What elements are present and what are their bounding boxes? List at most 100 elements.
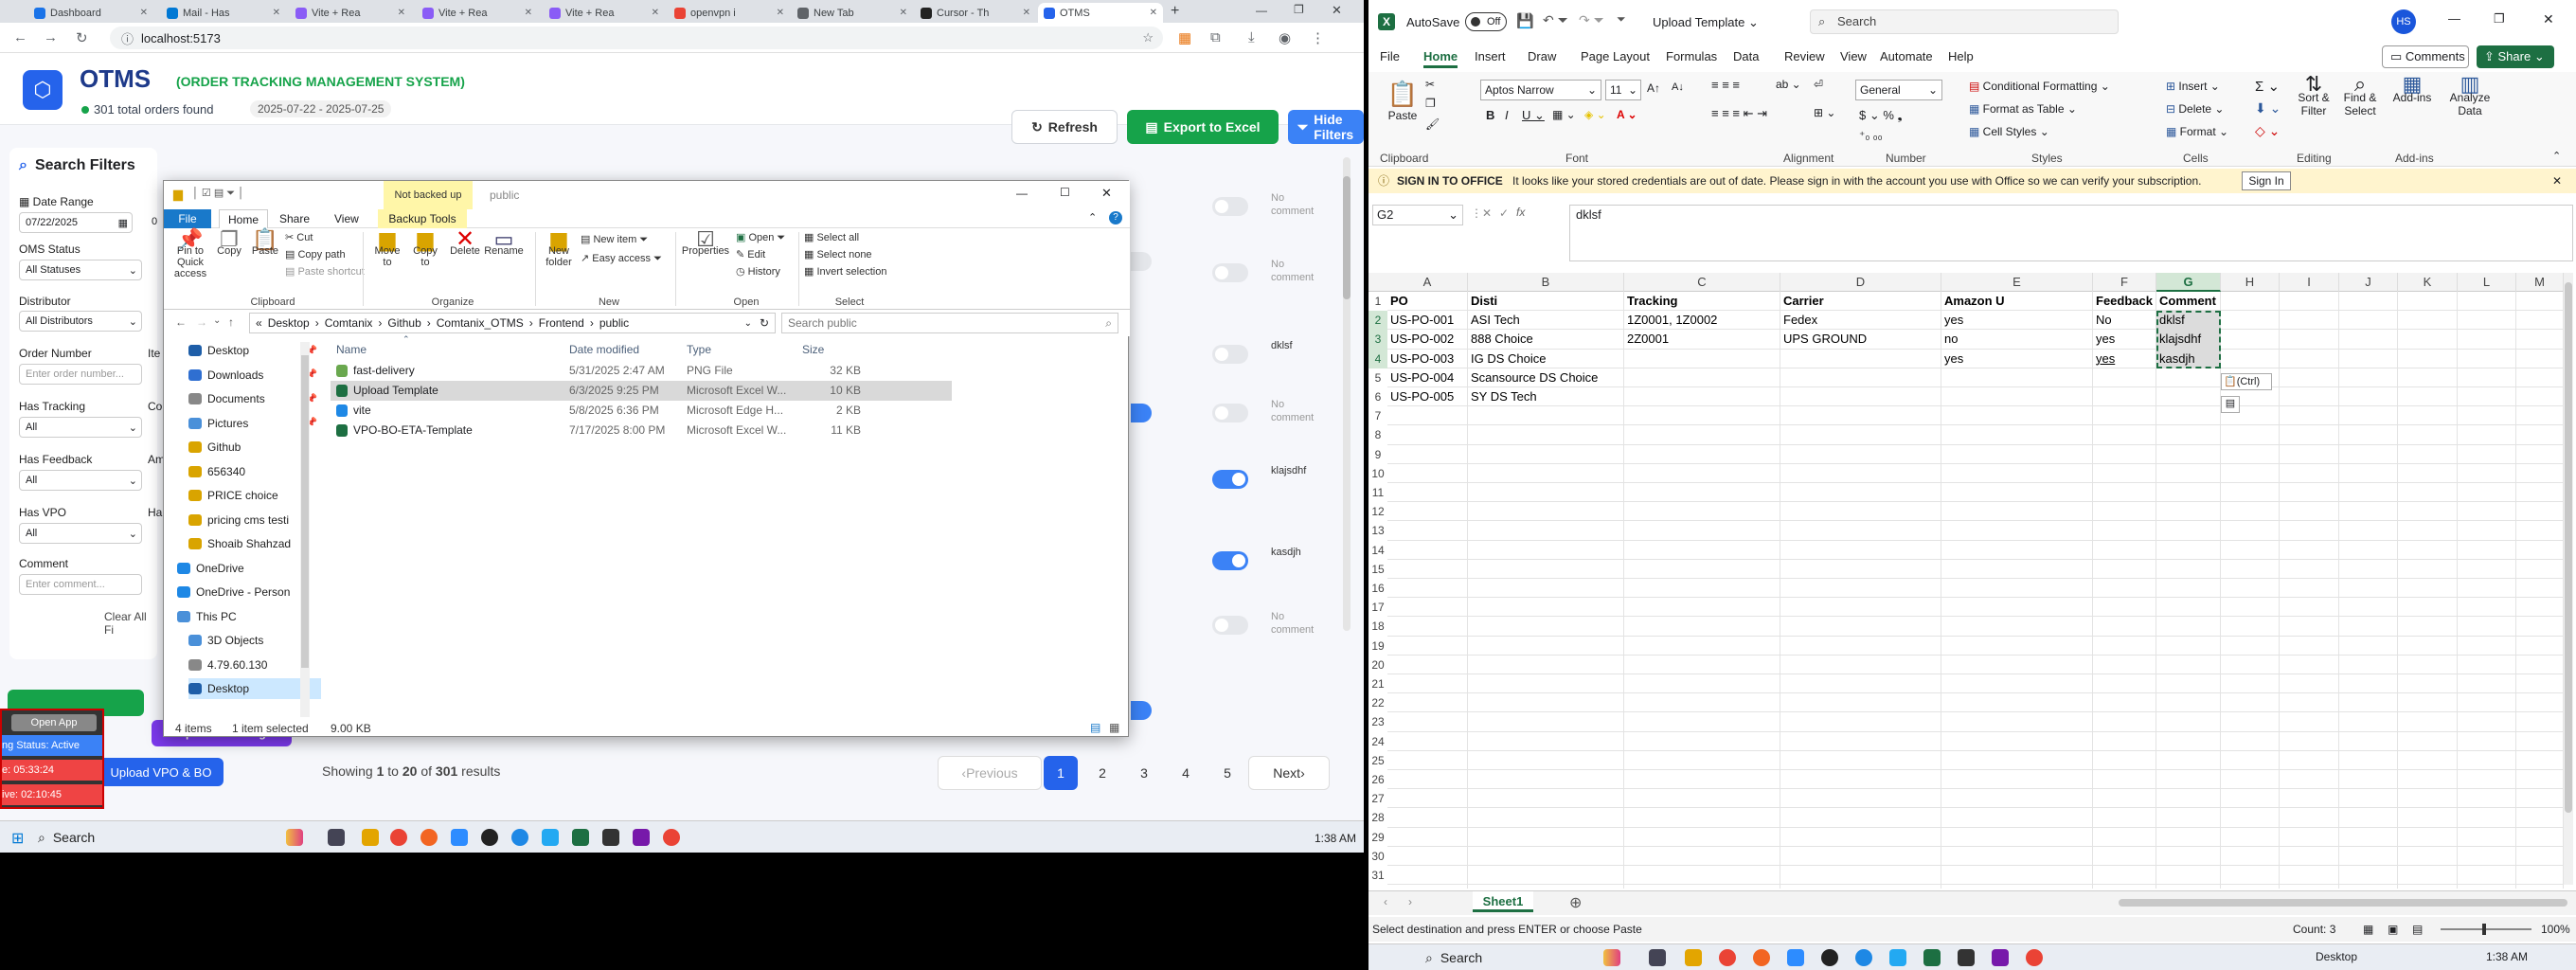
feedback-toggle[interactable] bbox=[1212, 616, 1248, 635]
sheet-tab[interactable]: Sheet1 bbox=[1473, 891, 1533, 912]
previous-page-button[interactable]: ‹ Previous bbox=[938, 756, 1042, 790]
enter-icon[interactable]: ✓ bbox=[1499, 207, 1509, 220]
ribbon-tab-data[interactable]: Data bbox=[1733, 49, 1759, 63]
fill-color-icon[interactable]: ◈ ⌄ bbox=[1584, 108, 1606, 121]
row-header[interactable]: 27 bbox=[1368, 789, 1387, 808]
redo-icon[interactable]: ↷ ⏷ bbox=[1579, 12, 1604, 28]
task-view-icon[interactable] bbox=[328, 829, 345, 846]
details-view-icon[interactable]: ▤ bbox=[1090, 721, 1100, 734]
maximize-button[interactable]: ❐ bbox=[2494, 11, 2505, 27]
column-header[interactable]: J bbox=[2339, 273, 2398, 292]
zoom-icon[interactable] bbox=[1787, 949, 1804, 966]
select-none-button[interactable]: ▦ Select none bbox=[804, 249, 872, 260]
cell[interactable]: Tracking bbox=[1624, 292, 1780, 311]
search-input[interactable]: Search public ⌕ bbox=[781, 313, 1118, 333]
breadcrumb[interactable]: « Desktop › Comtanix › Github › Comtanix_OT… bbox=[249, 313, 776, 333]
font-name-select[interactable]: Aptos Narrow ⌄ bbox=[1480, 80, 1601, 100]
feedback-toggle[interactable] bbox=[1212, 345, 1248, 364]
scrollbar-thumb[interactable] bbox=[301, 355, 309, 668]
row-header[interactable]: 15 bbox=[1368, 560, 1387, 579]
row-header[interactable]: 18 bbox=[1368, 617, 1387, 636]
row-header[interactable]: 11 bbox=[1368, 483, 1387, 502]
chevron-left-icon[interactable]: ‹ bbox=[1384, 895, 1387, 908]
font-size-select[interactable]: 11 ⌄ bbox=[1605, 80, 1641, 100]
align-top-icon[interactable]: ≡ ≡ ≡ bbox=[1711, 78, 1740, 92]
new-item-button[interactable]: ▤ New item ⏷ bbox=[581, 234, 648, 245]
document-title[interactable]: Upload Template ⌄ bbox=[1653, 15, 1759, 30]
decimal-icon[interactable]: ⁺₀ ₀₀ bbox=[1859, 129, 1883, 142]
easy-access-button[interactable]: ↗ Easy access ⏷ bbox=[581, 253, 662, 264]
avatar[interactable]: HS bbox=[2391, 9, 2416, 34]
copy-button[interactable]: ❐ Copy bbox=[213, 229, 245, 258]
column-header[interactable]: M bbox=[2516, 273, 2564, 292]
up-icon[interactable]: ↑ bbox=[228, 315, 234, 329]
scrollbar-thumb[interactable] bbox=[1343, 176, 1351, 299]
feedback-toggle[interactable] bbox=[1212, 551, 1248, 570]
feedback-toggle[interactable] bbox=[1131, 701, 1152, 720]
row-header[interactable]: 22 bbox=[1368, 693, 1387, 712]
column-header[interactable]: B bbox=[1468, 273, 1624, 292]
zoom-level[interactable]: 100% bbox=[2541, 917, 2570, 942]
column-header[interactable]: A bbox=[1387, 273, 1468, 292]
pin-quick-access-button[interactable]: 📌 Pin to Quick access bbox=[170, 229, 211, 280]
feedback-toggle[interactable] bbox=[1131, 252, 1152, 271]
app-icon[interactable] bbox=[420, 829, 438, 846]
onenote-icon[interactable] bbox=[633, 829, 650, 846]
horizontal-scrollbar[interactable] bbox=[2119, 899, 2567, 907]
date-to-input[interactable]: 0 bbox=[152, 216, 157, 227]
font-color-icon[interactable]: A ⌄ bbox=[1617, 108, 1637, 121]
row-header[interactable]: 3 bbox=[1368, 330, 1387, 350]
feedback-toggle[interactable] bbox=[1212, 470, 1248, 489]
copy-path-button[interactable]: ▤ Copy path bbox=[285, 249, 346, 260]
tab-home[interactable]: Home bbox=[219, 209, 268, 228]
new-tab-button[interactable]: + bbox=[1171, 3, 1179, 20]
row-header[interactable]: 14 bbox=[1368, 541, 1387, 560]
row-header[interactable]: 9 bbox=[1368, 445, 1387, 464]
minimize-button[interactable]: — bbox=[2448, 11, 2460, 26]
increase-font-icon[interactable]: A↑ bbox=[1647, 81, 1660, 95]
profile-icon[interactable]: ◉ bbox=[1279, 29, 1291, 46]
chevron-down-icon[interactable]: ⌄ bbox=[213, 315, 221, 326]
close-icon[interactable]: ✕ bbox=[1150, 8, 1157, 18]
reload-icon[interactable]: ↻ bbox=[76, 29, 88, 46]
desktop-label[interactable]: Desktop bbox=[2316, 950, 2357, 963]
insert-function-icon[interactable]: fx bbox=[1516, 206, 1525, 219]
ribbon-tab-file[interactable]: File bbox=[1380, 49, 1400, 63]
page-1-button[interactable]: 1 bbox=[1044, 756, 1078, 790]
cell[interactable]: Carrier bbox=[1780, 292, 1941, 311]
paste-button[interactable]: 📋 Paste bbox=[1384, 80, 1422, 122]
column-header[interactable]: E bbox=[1941, 273, 2093, 292]
cell[interactable]: 888 Choice bbox=[1468, 330, 1624, 349]
close-icon[interactable]: ✕ bbox=[2552, 169, 2562, 193]
tab-vite-1[interactable]: Vite + Rea ✕ bbox=[290, 3, 411, 23]
tab-share[interactable]: Share bbox=[279, 212, 310, 225]
undo-icon[interactable]: ↶ ⏷ bbox=[1543, 12, 1568, 28]
upload-vpo-button[interactable]: Upload VPO & BO bbox=[98, 758, 224, 786]
star-icon[interactable]: ☆ bbox=[1142, 30, 1154, 45]
move-to-button[interactable]: ▆ Move to bbox=[370, 229, 404, 269]
tab-mail[interactable]: Mail - Has ✕ bbox=[161, 3, 286, 23]
normal-view-icon[interactable]: ▦ bbox=[2363, 917, 2373, 942]
fill-icon[interactable]: ⬇ ⌄ bbox=[2255, 100, 2281, 117]
formula-input[interactable]: dklsf bbox=[1569, 205, 2573, 261]
bold-icon[interactable]: B bbox=[1486, 108, 1494, 122]
close-icon[interactable]: ✕ bbox=[652, 8, 659, 18]
tab-view[interactable]: View bbox=[334, 212, 359, 225]
oms-status-select[interactable]: All Statuses ⌄ bbox=[19, 260, 142, 280]
format-cells-button[interactable]: ▦ Format ⌄ bbox=[2166, 125, 2228, 138]
minimize-button[interactable]: — bbox=[1256, 4, 1267, 17]
maximize-button[interactable]: ❐ bbox=[1294, 3, 1304, 16]
comment-input[interactable]: Enter comment... bbox=[19, 574, 142, 595]
name-box[interactable]: G2 ⌄ bbox=[1372, 205, 1463, 225]
cut-button[interactable]: ✂ Cut bbox=[285, 232, 313, 243]
cancel-icon[interactable]: ✕ bbox=[1482, 207, 1492, 220]
row-header[interactable]: 24 bbox=[1368, 732, 1387, 751]
cell[interactable]: UPS GROUND bbox=[1780, 330, 1941, 349]
close-icon[interactable]: ✕ bbox=[525, 8, 532, 18]
omnibox[interactable]: ⓘ localhost:5173 ☆ bbox=[110, 27, 1163, 49]
cell[interactable]: Scansource DS Choice bbox=[1468, 368, 1624, 387]
feedback-toggle[interactable] bbox=[1131, 404, 1152, 422]
cell[interactable]: no bbox=[1941, 330, 2093, 349]
site-info-icon[interactable]: ⓘ bbox=[121, 29, 134, 47]
column-header[interactable]: F bbox=[2093, 273, 2156, 292]
